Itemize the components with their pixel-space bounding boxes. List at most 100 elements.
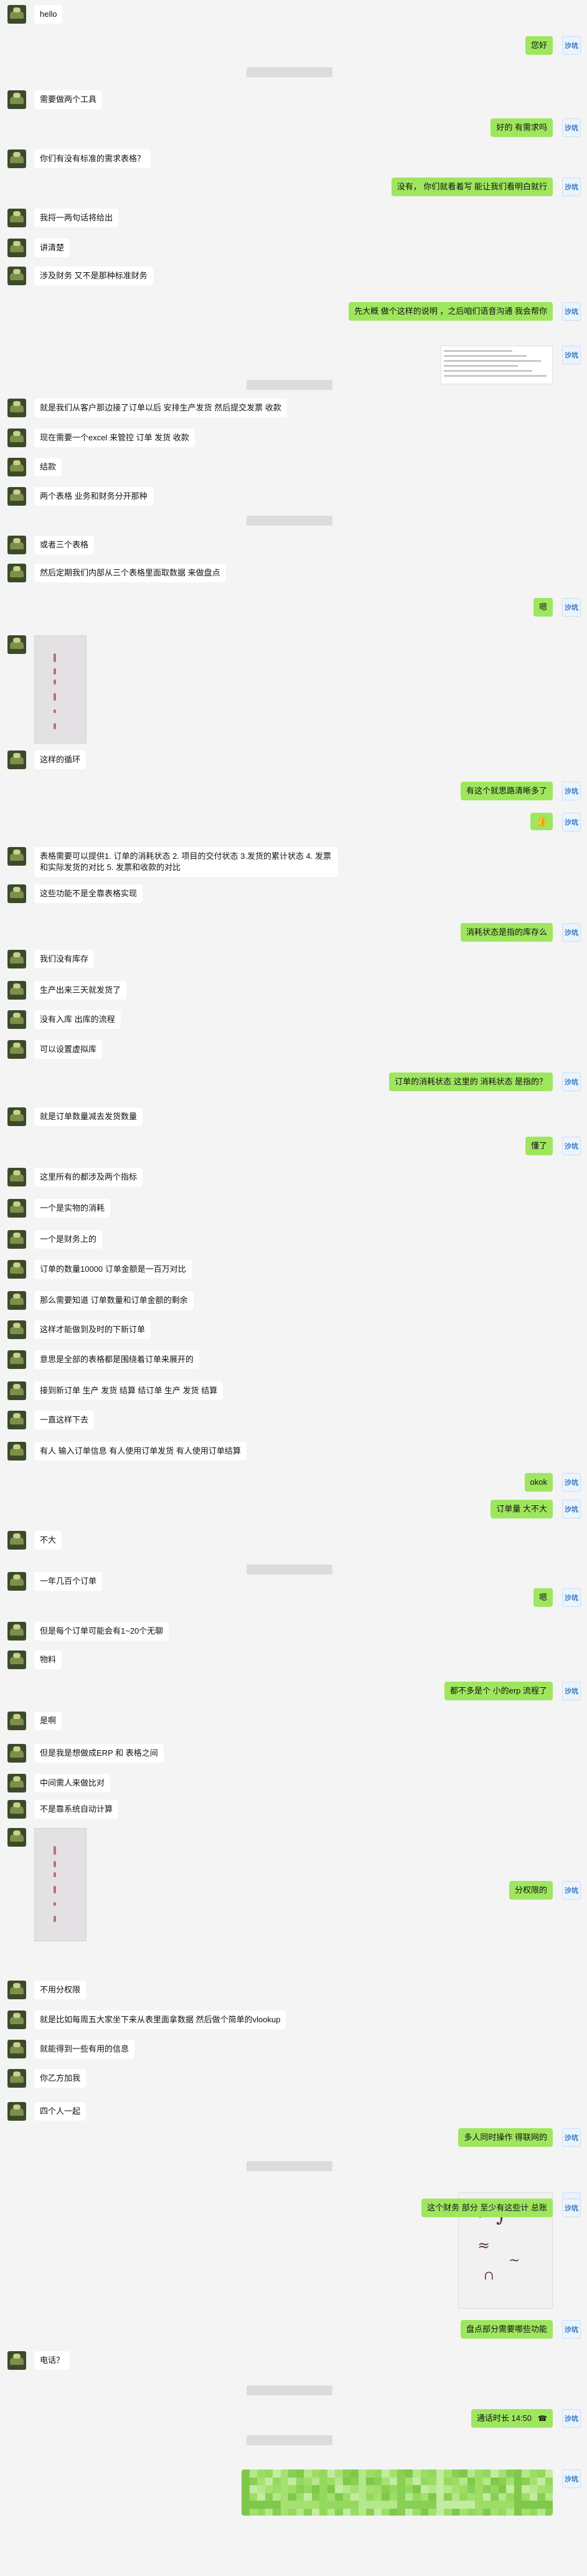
message-bubble[interactable]: 或者三个表格 bbox=[34, 536, 95, 554]
self-avatar[interactable]: 沙坑 bbox=[562, 1500, 581, 1518]
contact-avatar[interactable] bbox=[7, 2069, 26, 2088]
message-bubble[interactable]: 需要做两个工具 bbox=[34, 90, 103, 109]
call-record-bubble[interactable]: 通话时长 14:50 ☎ bbox=[471, 2409, 553, 2428]
message-bubble[interactable]: 中间需人来做比对 bbox=[34, 1774, 111, 1792]
pixelated-message-image[interactable] bbox=[242, 2469, 553, 2516]
message-bubble[interactable]: 物料 bbox=[34, 1650, 62, 1669]
message-bubble[interactable]: 您好 bbox=[525, 36, 553, 55]
photo-message[interactable] bbox=[34, 1828, 87, 1941]
self-avatar[interactable]: 沙坑 bbox=[562, 2199, 581, 2217]
message-bubble[interactable]: 我捋一两句话将给出 bbox=[34, 209, 119, 227]
contact-avatar[interactable] bbox=[7, 1199, 26, 1218]
message-bubble[interactable]: 没有， 你们就看着写 能让我们看明白就行 bbox=[391, 178, 553, 196]
contact-avatar[interactable] bbox=[7, 149, 26, 168]
contact-avatar[interactable] bbox=[7, 90, 26, 109]
contact-avatar[interactable] bbox=[7, 1010, 26, 1029]
contact-avatar[interactable] bbox=[7, 1572, 26, 1591]
message-bubble[interactable]: 涉及财务 又不是那种标准财务 bbox=[34, 267, 153, 285]
message-bubble[interactable]: 就是我们从客户那边接了订单以后 安排生产发货 然后提交发票 收款 bbox=[34, 399, 287, 417]
contact-avatar[interactable] bbox=[7, 1774, 26, 1792]
message-bubble[interactable]: 我们没有库存 bbox=[34, 950, 95, 968]
contact-avatar[interactable] bbox=[7, 5, 26, 24]
contact-avatar[interactable] bbox=[7, 1350, 26, 1369]
message-bubble[interactable]: 讲清楚 bbox=[34, 239, 70, 257]
message-bubble[interactable]: 现在需要一个excel 来管控 订单 发货 收款 bbox=[34, 429, 195, 447]
message-bubble[interactable]: hello bbox=[34, 5, 63, 24]
message-bubble[interactable]: 那么需要知道 订单数量和订单金额的剩余 bbox=[34, 1291, 194, 1310]
message-bubble[interactable]: 一个是实物的消耗 bbox=[34, 1199, 111, 1218]
self-avatar[interactable]: 沙坑 bbox=[562, 2320, 581, 2339]
contact-avatar[interactable] bbox=[7, 2040, 26, 2058]
self-avatar[interactable]: 沙坑 bbox=[562, 1881, 581, 1900]
message-bubble[interactable]: 不用分权限 bbox=[34, 1981, 87, 1999]
message-bubble[interactable]: 可以设置虚拟库 bbox=[34, 1040, 103, 1059]
contact-avatar[interactable] bbox=[7, 209, 26, 227]
contact-avatar[interactable] bbox=[7, 1230, 26, 1249]
contact-avatar[interactable] bbox=[7, 981, 26, 1000]
contact-avatar[interactable] bbox=[7, 1622, 26, 1641]
message-bubble[interactable]: 这样的循环 bbox=[34, 751, 87, 769]
contact-avatar[interactable] bbox=[7, 1981, 26, 1999]
thumbs-up-emoji-icon[interactable]: 👍 bbox=[530, 813, 553, 830]
contact-avatar[interactable] bbox=[7, 2102, 26, 2121]
message-bubble[interactable]: 不是靠系统自动计算 bbox=[34, 1800, 119, 1819]
self-avatar[interactable]: 沙坑 bbox=[562, 2409, 581, 2428]
self-avatar[interactable]: 沙坑 bbox=[562, 1682, 581, 1700]
message-bubble[interactable]: 就是订单数量减去发货数量 bbox=[34, 1107, 143, 1126]
contact-avatar[interactable] bbox=[7, 1168, 26, 1186]
message-bubble[interactable]: 就能得到一些有用的信息 bbox=[34, 2040, 135, 2058]
contact-avatar[interactable] bbox=[7, 1442, 26, 1461]
screenshot-thumbnail[interactable] bbox=[441, 346, 553, 384]
message-bubble[interactable]: 都不多是个 小的erp 流程了 bbox=[444, 1682, 553, 1700]
message-bubble[interactable]: 多人同时操作 得联网的 bbox=[458, 2128, 553, 2147]
contact-avatar[interactable] bbox=[7, 884, 26, 903]
contact-avatar[interactable] bbox=[7, 1320, 26, 1339]
message-bubble[interactable]: 这样才能做到及时的下新订单 bbox=[34, 1320, 151, 1339]
message-bubble[interactable]: 表格需要可以提供1. 订单的消耗状态 2. 项目的交付状态 3.发货的累计状态 … bbox=[34, 847, 338, 877]
self-avatar[interactable]: 沙坑 bbox=[562, 2469, 581, 2488]
message-bubble[interactable]: 结款 bbox=[34, 458, 62, 476]
contact-avatar[interactable] bbox=[7, 487, 26, 506]
message-bubble[interactable]: 就是比如每周五大家坐下来从表里面拿数据 然后做个简单的vlookup bbox=[34, 2010, 286, 2029]
contact-avatar[interactable] bbox=[7, 2351, 26, 2370]
message-bubble[interactable]: 没有入库 出库的流程 bbox=[34, 1010, 121, 1029]
contact-avatar[interactable] bbox=[7, 1828, 26, 1847]
contact-avatar[interactable] bbox=[7, 429, 26, 447]
contact-avatar[interactable] bbox=[7, 950, 26, 968]
message-bubble[interactable]: 意思是全部的表格都是围绕着订单来展开的 bbox=[34, 1350, 200, 1369]
message-bubble[interactable]: 但是每个订单可能会有1~20个无聊 bbox=[34, 1622, 169, 1641]
message-bubble[interactable]: 一个是财务上的 bbox=[34, 1230, 103, 1249]
self-avatar[interactable]: 沙坑 bbox=[562, 302, 581, 321]
contact-avatar[interactable] bbox=[7, 399, 26, 417]
self-avatar[interactable]: 沙坑 bbox=[562, 1588, 581, 1607]
contact-avatar[interactable] bbox=[7, 847, 26, 866]
contact-avatar[interactable] bbox=[7, 1040, 26, 1059]
message-bubble[interactable]: 你乙方加我 bbox=[34, 2069, 87, 2088]
message-bubble[interactable]: 有这个就思路清晰多了 bbox=[460, 782, 553, 800]
message-bubble[interactable]: 消耗状态是指的库存么 bbox=[460, 923, 553, 942]
message-bubble[interactable]: 这些功能不是全靠表格实现 bbox=[34, 884, 143, 903]
message-bubble[interactable]: 不大 bbox=[34, 1531, 62, 1550]
contact-avatar[interactable] bbox=[7, 1712, 26, 1730]
message-bubble[interactable]: 这里所有的都涉及两个指标 bbox=[34, 1168, 143, 1186]
self-avatar[interactable]: 沙坑 bbox=[562, 2128, 581, 2147]
message-bubble[interactable]: 先大概 做个这样的说明 ，之后咱们语音沟通 我会帮你 bbox=[349, 302, 553, 321]
message-bubble[interactable]: 订单的数量10000 订单金额是一百万对比 bbox=[34, 1260, 192, 1279]
self-avatar[interactable]: 沙坑 bbox=[562, 36, 581, 55]
message-bubble[interactable]: 然后定期我们内部从三个表格里面取数据 来做盘点 bbox=[34, 564, 226, 582]
contact-avatar[interactable] bbox=[7, 1260, 26, 1279]
message-bubble[interactable]: 订单量 大不大 bbox=[491, 1500, 553, 1518]
message-bubble[interactable]: 好的 有需求吗 bbox=[491, 118, 553, 137]
self-avatar[interactable]: 沙坑 bbox=[562, 178, 581, 196]
self-avatar[interactable]: 沙坑 bbox=[562, 923, 581, 942]
message-bubble[interactable]: 是啊 bbox=[34, 1712, 62, 1730]
self-avatar[interactable]: 沙坑 bbox=[562, 782, 581, 800]
contact-avatar[interactable] bbox=[7, 2010, 26, 2029]
self-avatar[interactable]: 沙坑 bbox=[562, 1073, 581, 1091]
message-bubble[interactable]: 生产出来三天就发货了 bbox=[34, 981, 127, 1000]
contact-avatar[interactable] bbox=[7, 536, 26, 554]
photo-message[interactable] bbox=[34, 635, 87, 744]
message-bubble[interactable]: 嗯 bbox=[533, 1588, 553, 1607]
message-bubble[interactable]: 电话？ bbox=[34, 2351, 70, 2370]
message-bubble[interactable]: 但是我是想做成ERP 和 表格之间 bbox=[34, 1744, 164, 1763]
